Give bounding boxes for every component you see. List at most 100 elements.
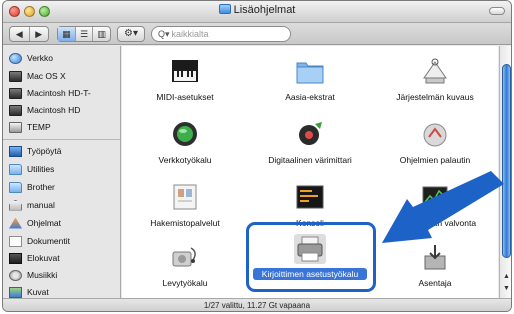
item-digitaalinen-varimittari[interactable]: Digitaalinen värimittari (247, 119, 373, 175)
nav-buttons: ◀ ▶ (9, 26, 49, 42)
system-profiler-icon (423, 58, 447, 84)
sidebar-item-tyopoyta[interactable]: Työpöytä (9, 144, 62, 158)
movies-icon (9, 252, 22, 264)
sidebar-item-label: Macintosh HD-T- (27, 88, 91, 98)
installer-icon (424, 245, 446, 270)
item-label: Asentaja (418, 278, 452, 288)
item-label: Hakemistopalvelut (150, 218, 220, 228)
item-aasia-ekstrat[interactable]: Aasia-ekstrat (247, 56, 373, 112)
sidebar-item-label: Elokuvat (27, 253, 60, 263)
sidebar-item-label: Mac OS X (27, 71, 66, 81)
status-text: 1/27 valittu, 11.27 Gt vapaana (203, 301, 311, 310)
migration-icon (423, 123, 447, 147)
color-meter-icon (299, 122, 322, 145)
folder-icon (9, 181, 22, 193)
item-label: Digitaalinen värimittari (268, 155, 352, 165)
item-label: MIDI-asetukset (156, 92, 214, 102)
item-label: Levytyökalu (162, 278, 208, 288)
hard-disk-icon (9, 70, 22, 82)
item-jarjestelman-valvonta[interactable]: Järjestelmän valvonta (372, 182, 498, 238)
item-label: Aasia-ekstrat (285, 92, 335, 102)
column-view-icon[interactable]: ▥ (92, 27, 110, 41)
sidebar-item-label: Kuvat (27, 287, 49, 297)
sidebar-item-utilities[interactable]: Utilities (9, 162, 54, 176)
item-verkkotyokalu[interactable]: Verkkotyökalu (122, 119, 248, 175)
music-icon (9, 269, 22, 281)
scroll-down-icon[interactable]: ▼ (502, 284, 511, 294)
folder-icon (218, 4, 231, 14)
action-gear-button[interactable]: ⚙▾ (117, 26, 145, 42)
status-bar: 1/27 valittu, 11.27 Gt vapaana (3, 298, 511, 311)
sidebar-item-brother[interactable]: Brother (9, 180, 55, 194)
sidebar-item-macintosh-hd-t[interactable]: Macintosh HD-T- (9, 86, 91, 100)
search-placeholder: kaikkialta (171, 29, 209, 39)
sidebar-item-temp[interactable]: TEMP (9, 120, 51, 134)
sidebar-item-macintosh-hd[interactable]: Macintosh HD (9, 103, 80, 117)
gear-icon: ⚙▾ (124, 28, 138, 39)
title-bar[interactable]: Lisäohjelmat (3, 1, 511, 23)
highlight-callout-box (246, 222, 376, 292)
folder-icon (9, 163, 22, 175)
item-label: Järjestelmän kuvaus (396, 92, 474, 102)
sidebar-item-label: Utilities (27, 164, 55, 174)
sidebar-item-label: Ohjelmat (27, 218, 62, 228)
external-disk-icon (9, 121, 22, 133)
item-levytyokalu[interactable]: Levytyökalu (122, 242, 248, 298)
sidebar: Verkko Mac OS X Macintosh HD-T- Macintos… (3, 46, 121, 298)
disk-utility-icon (172, 247, 196, 267)
toolbar: ◀ ▶ ▦ ☰ ▥ ⚙▾ Q▾ kaikkialta (3, 23, 511, 45)
sidebar-item-label: Työpöytä (27, 146, 62, 156)
sidebar-item-label: TEMP (27, 122, 51, 132)
hard-disk-icon (9, 104, 22, 116)
scroll-up-icon[interactable]: ▲ (502, 272, 511, 282)
sidebar-item-label: Brother (27, 182, 55, 192)
item-label: Ohjelmien palautin (399, 155, 471, 165)
sidebar-item-ohjelmat[interactable]: Ohjelmat (9, 216, 61, 230)
sidebar-item-label: Macintosh HD (27, 105, 81, 115)
item-jarjestelman-kuvaus[interactable]: Järjestelmän kuvaus (372, 56, 498, 112)
toolbar-toggle-button[interactable] (489, 7, 505, 15)
list-view-icon[interactable]: ☰ (74, 27, 93, 41)
network-utility-icon (173, 122, 197, 146)
home-icon (9, 199, 22, 211)
sidebar-item-verkko[interactable]: Verkko (9, 51, 53, 65)
activity-monitor-icon (422, 186, 448, 208)
network-globe-icon (9, 52, 22, 64)
sidebar-item-label: Dokumentit (27, 236, 70, 246)
window-title: Lisäohjelmat (233, 4, 296, 16)
forward-arrow-icon[interactable]: ▶ (28, 27, 49, 41)
documents-icon (9, 235, 22, 247)
sidebar-item-elokuvat[interactable]: Elokuvat (9, 251, 60, 265)
window-title-wrap: Lisäohjelmat (3, 4, 511, 16)
applications-icon (9, 217, 22, 229)
hard-disk-icon (9, 87, 22, 99)
item-label: Järjestelmän valvonta (393, 218, 477, 228)
item-label: Verkkotyökalu (158, 155, 212, 165)
sidebar-item-mac-os-x[interactable]: Mac OS X (9, 69, 66, 83)
sidebar-item-label: Musiikki (27, 270, 58, 280)
midi-keyboard-icon (172, 60, 198, 82)
view-buttons: ▦ ☰ ▥ (57, 26, 111, 42)
sidebar-item-dokumentit[interactable]: Dokumentit (9, 234, 70, 248)
console-icon (296, 185, 324, 209)
sidebar-divider (3, 139, 120, 140)
item-ohjelmien-palautin[interactable]: Ohjelmien palautin (372, 119, 498, 175)
search-icon: Q▾ (158, 29, 170, 39)
back-arrow-icon[interactable]: ◀ (10, 27, 29, 41)
item-hakemistopalvelut[interactable]: Hakemistopalvelut (122, 182, 248, 238)
scroll-thumb[interactable] (502, 64, 511, 258)
vertical-scrollbar[interactable]: ▲ ▼ (499, 46, 511, 298)
sidebar-item-kuvat[interactable]: Kuvat (9, 285, 49, 299)
sidebar-item-label: Verkko (27, 53, 53, 63)
directory-services-icon (173, 184, 197, 210)
sidebar-item-manual[interactable]: manual (9, 198, 55, 212)
desktop-icon (9, 145, 22, 157)
icon-view-icon[interactable]: ▦ (58, 27, 75, 41)
sidebar-item-musiikki[interactable]: Musiikki (9, 268, 57, 282)
item-asentaja[interactable]: Asentaja (372, 242, 498, 298)
folder-icon (296, 62, 324, 84)
pictures-icon (9, 286, 22, 298)
search-field[interactable]: Q▾ kaikkialta (151, 26, 291, 42)
item-midi-asetukset[interactable]: MIDI-asetukset (122, 56, 248, 112)
sidebar-item-label: manual (27, 200, 55, 210)
